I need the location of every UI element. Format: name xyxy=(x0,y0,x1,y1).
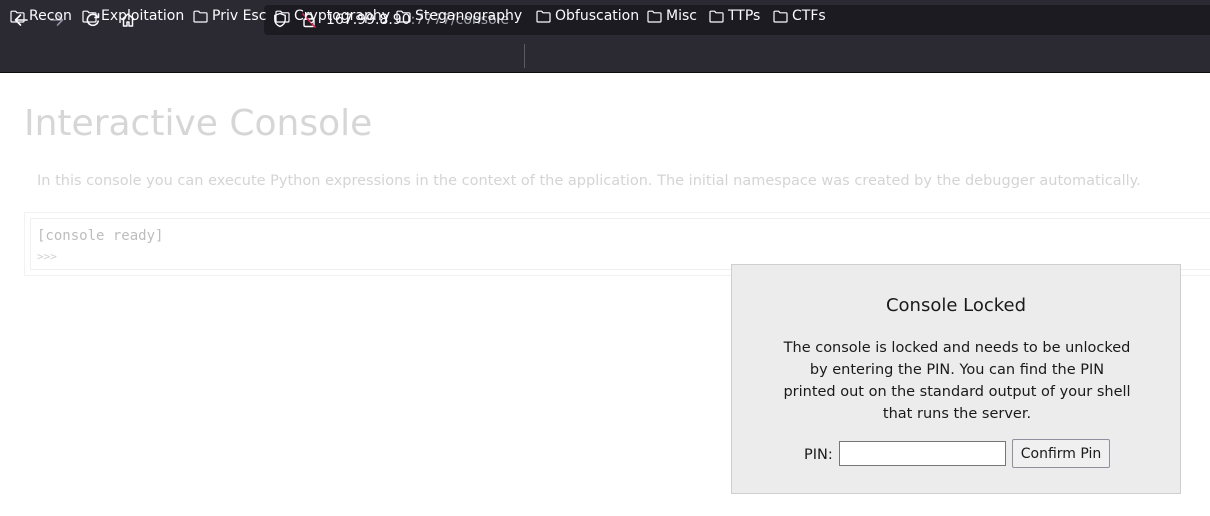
folder-icon xyxy=(709,10,724,23)
folder-icon xyxy=(10,10,25,23)
page-title: Interactive Console xyxy=(24,103,373,144)
console-lock-dialog: Console Locked The console is locked and… xyxy=(731,264,1181,494)
bookmark-folder-steganography[interactable]: Steganography xyxy=(396,6,522,26)
bookmark-folder-ctfs[interactable]: CTFs xyxy=(773,6,826,26)
folder-icon xyxy=(193,10,208,23)
lock-dialog-message: The console is locked and needs to be un… xyxy=(783,340,1131,422)
bookmarks-separator xyxy=(524,44,525,68)
bookmark-folder-cryptography[interactable]: Cryptography xyxy=(275,6,390,26)
bookmark-label: Obfuscation xyxy=(555,8,640,24)
page-description: In this console you can execute Python e… xyxy=(37,173,1141,189)
folder-icon xyxy=(82,10,97,23)
bookmark-folder-obfuscation[interactable]: Obfuscation xyxy=(536,6,639,26)
folder-icon xyxy=(773,10,788,23)
bookmark-label: Steganography xyxy=(415,8,523,24)
bookmark-folder-misc[interactable]: Misc xyxy=(647,6,697,26)
folder-icon xyxy=(536,10,551,23)
bookmark-folder-recon[interactable]: Recon xyxy=(10,6,72,26)
bookmark-folder-exploitation[interactable]: Exploitation xyxy=(82,6,184,26)
folder-icon xyxy=(396,10,411,23)
pin-input[interactable] xyxy=(839,441,1006,466)
bookmark-label: TTPs xyxy=(728,8,761,24)
console-prompt: >>> xyxy=(37,250,57,263)
console-output[interactable]: [console ready] >>> xyxy=(30,218,1210,270)
bookmark-label: Priv Esc xyxy=(212,8,267,24)
bookmarks-toolbar xyxy=(0,40,1210,73)
bookmark-folder-ttps[interactable]: TTPs xyxy=(709,6,760,26)
bookmark-label: Exploitation xyxy=(101,8,185,24)
bookmark-label: Cryptography xyxy=(294,8,391,24)
pin-label: PIN: xyxy=(804,447,833,463)
bookmark-folder-priv-esc[interactable]: Priv Esc xyxy=(193,6,266,26)
confirm-pin-button[interactable]: Confirm Pin xyxy=(1012,439,1110,468)
lock-dialog-title: Console Locked xyxy=(885,295,1027,316)
folder-icon xyxy=(647,10,662,23)
bookmark-label: Recon xyxy=(29,8,72,24)
console-ready-text: [console ready] xyxy=(37,228,164,244)
bookmark-label: Misc xyxy=(666,8,697,24)
bookmark-label: CTFs xyxy=(792,8,826,24)
folder-icon xyxy=(275,10,290,23)
